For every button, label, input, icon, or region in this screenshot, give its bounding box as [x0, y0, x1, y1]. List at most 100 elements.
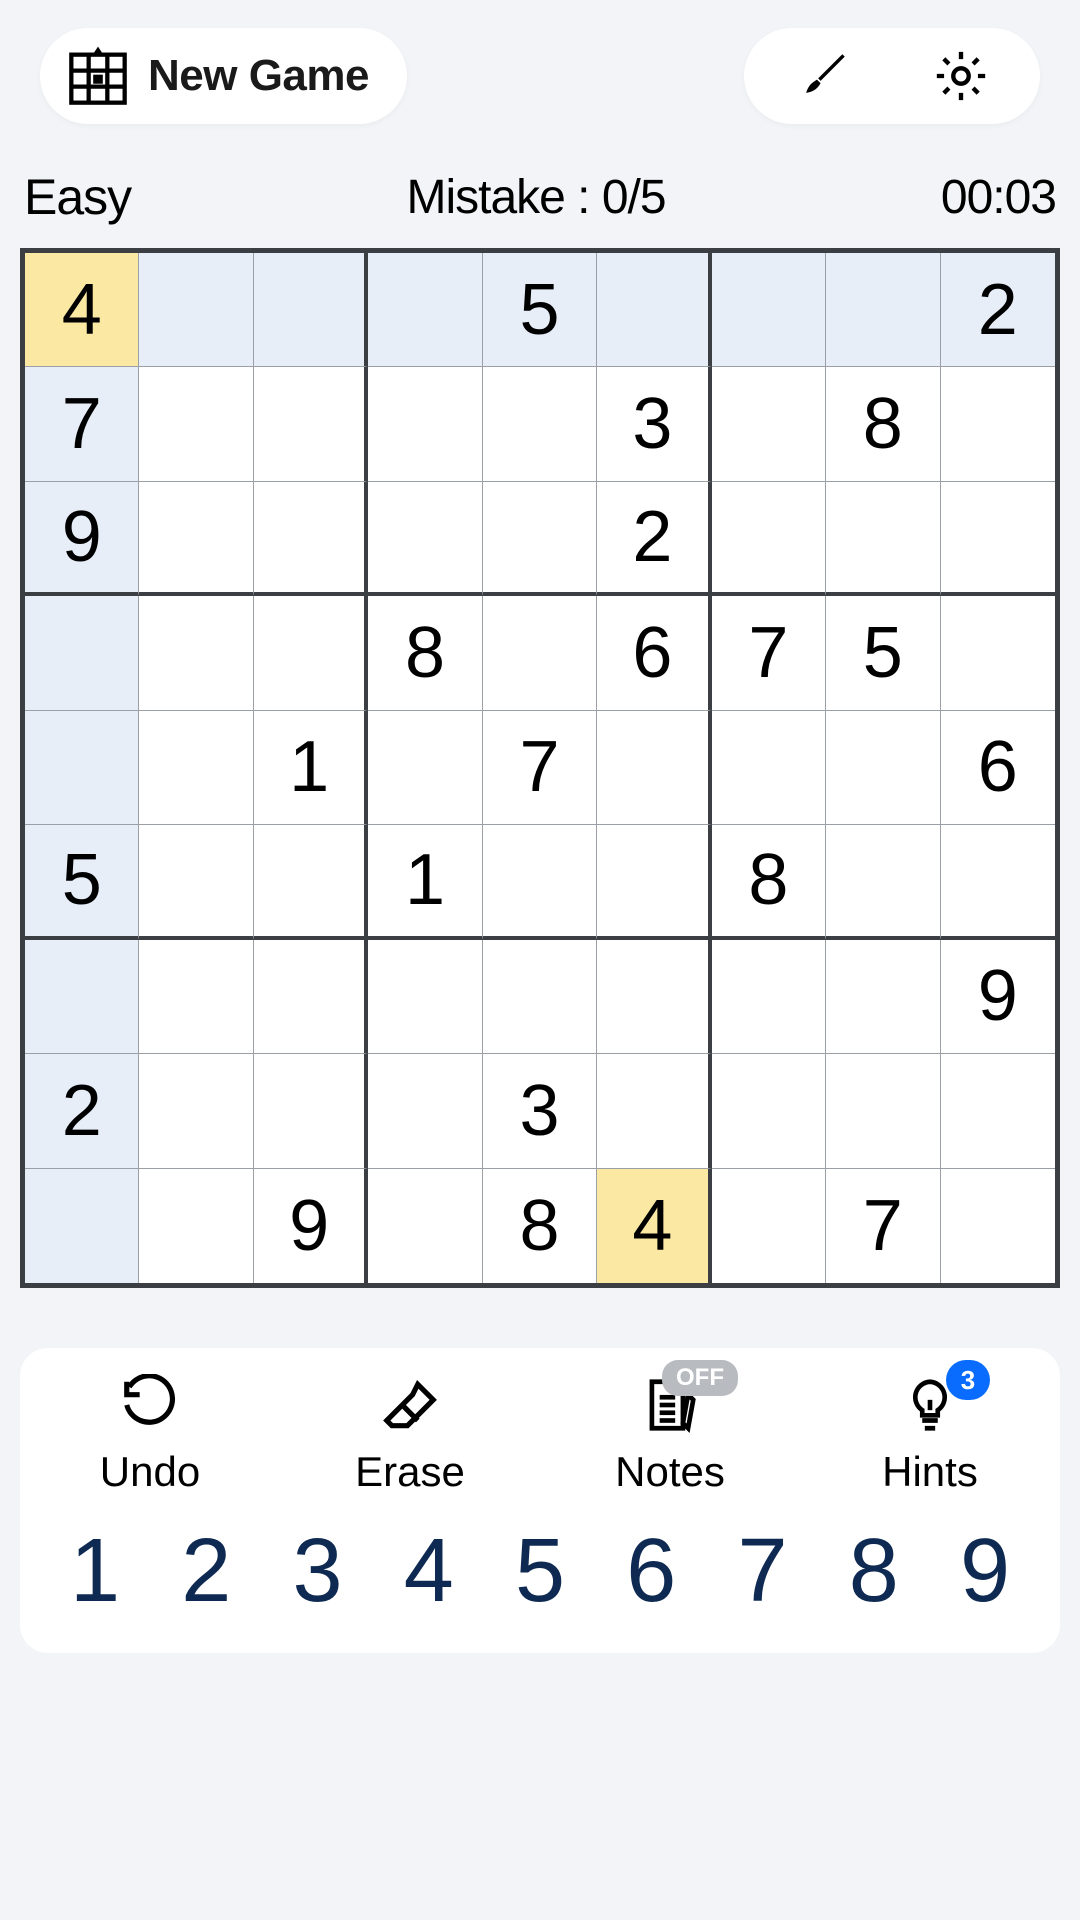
- cell-r5-c2[interactable]: [254, 825, 368, 939]
- cell-r5-c3[interactable]: 1: [368, 825, 482, 939]
- cell-r2-c3[interactable]: [368, 482, 482, 596]
- cell-r4-c5[interactable]: [597, 711, 711, 825]
- cell-r0-c8[interactable]: 2: [941, 253, 1055, 367]
- cell-r2-c4[interactable]: [483, 482, 597, 596]
- cell-r1-c5[interactable]: 3: [597, 367, 711, 481]
- cell-r4-c1[interactable]: [139, 711, 253, 825]
- cell-r4-c4[interactable]: 7: [483, 711, 597, 825]
- brush-icon: [794, 47, 852, 105]
- hints-button[interactable]: 3 Hints: [830, 1374, 1030, 1496]
- cell-r1-c6[interactable]: [712, 367, 826, 481]
- cell-r1-c4[interactable]: [483, 367, 597, 481]
- cell-r1-c0[interactable]: 7: [25, 367, 139, 481]
- cell-r2-c6[interactable]: [712, 482, 826, 596]
- cell-r3-c4[interactable]: [483, 596, 597, 710]
- cell-r2-c0[interactable]: 9: [25, 482, 139, 596]
- cell-r6-c4[interactable]: [483, 940, 597, 1054]
- cell-r6-c1[interactable]: [139, 940, 253, 1054]
- cell-r2-c5[interactable]: 2: [597, 482, 711, 596]
- settings-button[interactable]: [932, 47, 990, 105]
- cell-r0-c2[interactable]: [254, 253, 368, 367]
- cell-r8-c4[interactable]: 8: [483, 1169, 597, 1283]
- cell-r0-c6[interactable]: [712, 253, 826, 367]
- new-game-button[interactable]: New Game: [40, 28, 407, 124]
- cell-r1-c2[interactable]: [254, 367, 368, 481]
- cell-r5-c7[interactable]: [826, 825, 940, 939]
- cell-r6-c2[interactable]: [254, 940, 368, 1054]
- cell-r0-c7[interactable]: [826, 253, 940, 367]
- numpad-2[interactable]: 2: [161, 1520, 251, 1623]
- cell-r0-c0[interactable]: 4: [25, 253, 139, 367]
- cell-r4-c6[interactable]: [712, 711, 826, 825]
- cell-r8-c0[interactable]: [25, 1169, 139, 1283]
- numpad-3[interactable]: 3: [273, 1520, 363, 1623]
- cell-r4-c0[interactable]: [25, 711, 139, 825]
- cell-r7-c1[interactable]: [139, 1054, 253, 1168]
- cell-r2-c2[interactable]: [254, 482, 368, 596]
- cell-r2-c8[interactable]: [941, 482, 1055, 596]
- cell-r4-c3[interactable]: [368, 711, 482, 825]
- cell-r2-c1[interactable]: [139, 482, 253, 596]
- cell-r7-c6[interactable]: [712, 1054, 826, 1168]
- board-icon: [66, 44, 130, 108]
- cell-r7-c2[interactable]: [254, 1054, 368, 1168]
- cell-r3-c7[interactable]: 5: [826, 596, 940, 710]
- cell-r1-c7[interactable]: 8: [826, 367, 940, 481]
- undo-label: Undo: [100, 1448, 200, 1496]
- cell-r5-c4[interactable]: [483, 825, 597, 939]
- cell-r7-c3[interactable]: [368, 1054, 482, 1168]
- cell-r1-c3[interactable]: [368, 367, 482, 481]
- numpad-4[interactable]: 4: [384, 1520, 474, 1623]
- cell-r7-c5[interactable]: [597, 1054, 711, 1168]
- cell-r5-c5[interactable]: [597, 825, 711, 939]
- cell-r3-c8[interactable]: [941, 596, 1055, 710]
- cell-r8-c3[interactable]: [368, 1169, 482, 1283]
- cell-r3-c6[interactable]: 7: [712, 596, 826, 710]
- cell-r1-c1[interactable]: [139, 367, 253, 481]
- cell-r7-c0[interactable]: 2: [25, 1054, 139, 1168]
- cell-r8-c8[interactable]: [941, 1169, 1055, 1283]
- cell-r8-c1[interactable]: [139, 1169, 253, 1283]
- numpad-5[interactable]: 5: [495, 1520, 585, 1623]
- cell-r4-c2[interactable]: 1: [254, 711, 368, 825]
- numpad-9[interactable]: 9: [940, 1520, 1030, 1623]
- erase-button[interactable]: Erase: [310, 1374, 510, 1496]
- cell-r8-c6[interactable]: [712, 1169, 826, 1283]
- numpad-6[interactable]: 6: [606, 1520, 696, 1623]
- undo-button[interactable]: Undo: [50, 1374, 250, 1496]
- cell-r6-c3[interactable]: [368, 940, 482, 1054]
- cell-r6-c7[interactable]: [826, 940, 940, 1054]
- cell-r6-c0[interactable]: [25, 940, 139, 1054]
- cell-r4-c8[interactable]: 6: [941, 711, 1055, 825]
- cell-r6-c8[interactable]: 9: [941, 940, 1055, 1054]
- cell-r7-c8[interactable]: [941, 1054, 1055, 1168]
- cell-r0-c5[interactable]: [597, 253, 711, 367]
- cell-r3-c1[interactable]: [139, 596, 253, 710]
- cell-r3-c0[interactable]: [25, 596, 139, 710]
- cell-r5-c1[interactable]: [139, 825, 253, 939]
- cell-r5-c6[interactable]: 8: [712, 825, 826, 939]
- cell-r2-c7[interactable]: [826, 482, 940, 596]
- theme-button[interactable]: [794, 47, 852, 105]
- numpad-8[interactable]: 8: [829, 1520, 919, 1623]
- cell-r7-c7[interactable]: [826, 1054, 940, 1168]
- cell-r0-c4[interactable]: 5: [483, 253, 597, 367]
- cell-r3-c3[interactable]: 8: [368, 596, 482, 710]
- cell-r1-c8[interactable]: [941, 367, 1055, 481]
- notes-button[interactable]: OFF Notes: [570, 1374, 770, 1496]
- cell-r5-c8[interactable]: [941, 825, 1055, 939]
- numpad-1[interactable]: 1: [50, 1520, 140, 1623]
- cell-r4-c7[interactable]: [826, 711, 940, 825]
- cell-r8-c2[interactable]: 9: [254, 1169, 368, 1283]
- cell-r0-c3[interactable]: [368, 253, 482, 367]
- cell-r3-c5[interactable]: 6: [597, 596, 711, 710]
- cell-r8-c7[interactable]: 7: [826, 1169, 940, 1283]
- cell-r6-c6[interactable]: [712, 940, 826, 1054]
- cell-r0-c1[interactable]: [139, 253, 253, 367]
- cell-r5-c0[interactable]: 5: [25, 825, 139, 939]
- cell-r6-c5[interactable]: [597, 940, 711, 1054]
- numpad-7[interactable]: 7: [718, 1520, 808, 1623]
- cell-r3-c2[interactable]: [254, 596, 368, 710]
- cell-r8-c5[interactable]: 4: [597, 1169, 711, 1283]
- cell-r7-c4[interactable]: 3: [483, 1054, 597, 1168]
